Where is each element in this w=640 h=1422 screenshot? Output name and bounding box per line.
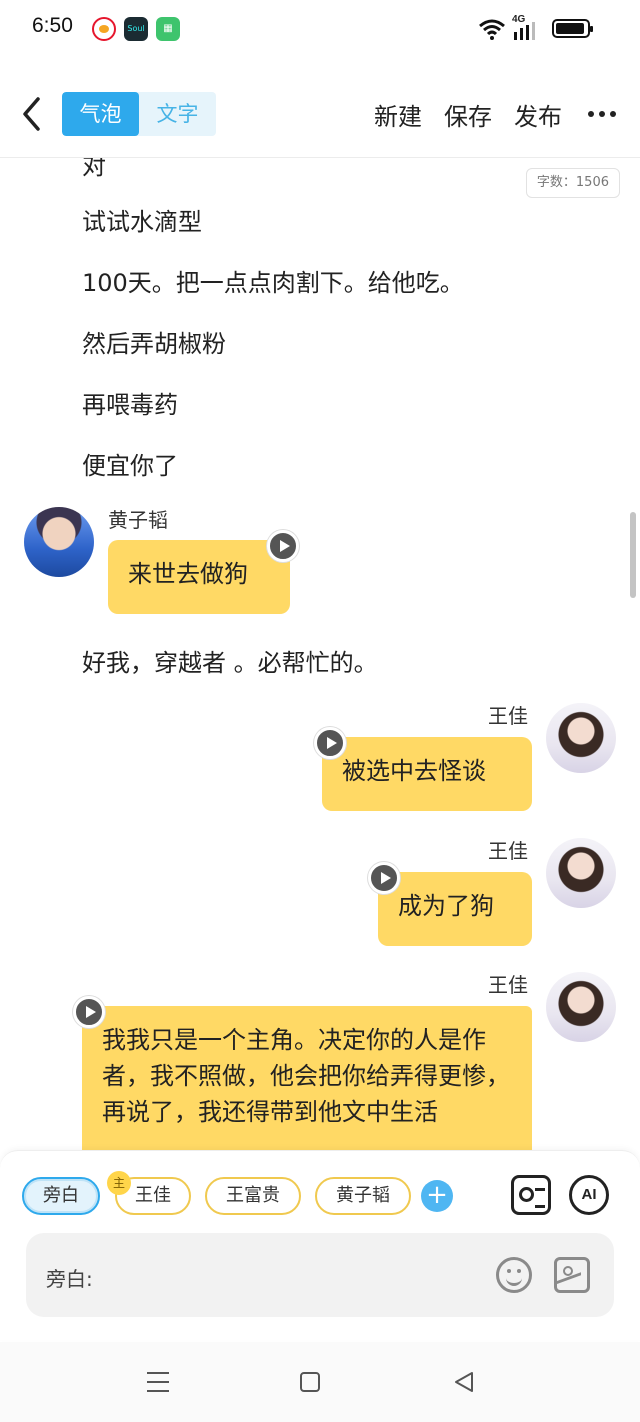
- play-voice-icon[interactable]: [73, 996, 105, 1028]
- play-voice-icon[interactable]: [368, 862, 400, 894]
- status-bar: 6:50 Soul ▦ 4G: [0, 0, 640, 60]
- narration-line[interactable]: 再喂毒药: [82, 385, 178, 420]
- narration-line[interactable]: 然后弄胡椒粉: [82, 324, 226, 359]
- recent-apps-icon[interactable]: [147, 1372, 169, 1392]
- editor-panel: 旁白 主 王佳 王富贵 黄子韬 + AI 旁白:: [0, 1150, 640, 1340]
- header-actions: 新建 保存 发布: [352, 92, 616, 136]
- narration-line[interactable]: 好我，穿越者 。必帮忙的。: [82, 643, 378, 678]
- image-icon[interactable]: [554, 1257, 590, 1293]
- nav-back-icon[interactable]: [452, 1370, 476, 1394]
- scrollbar[interactable]: [630, 512, 636, 598]
- character-list-icon[interactable]: [511, 1175, 551, 1215]
- dialogue-bubble[interactable]: 被选中去怪谈: [322, 737, 532, 811]
- new-button[interactable]: 新建: [374, 97, 422, 132]
- narration-line[interactable]: 试试水滴型: [82, 202, 202, 237]
- save-button[interactable]: 保存: [444, 97, 492, 132]
- more-options-icon[interactable]: [588, 111, 616, 117]
- dialogue-bubble[interactable]: 成为了狗: [378, 872, 532, 946]
- mode-toggle: 气泡 文字: [62, 92, 216, 136]
- wifi-icon: [479, 19, 505, 40]
- speaker-name: 王佳: [488, 973, 528, 997]
- dialogue-input[interactable]: 旁白:: [26, 1233, 614, 1317]
- avatar[interactable]: [546, 972, 616, 1042]
- emoji-icon[interactable]: [496, 1257, 532, 1293]
- avatar[interactable]: [546, 838, 616, 908]
- dialogue-bubble[interactable]: 我我只是一个主角。决定你的人是作者，我不照做，他会把你给弄得更惨，再说了，我还得…: [82, 1006, 532, 1150]
- role-chip-wangfugui[interactable]: 王富贵: [205, 1177, 301, 1215]
- narration-line[interactable]: 100天。把一点点肉割下。给他吃。: [82, 263, 464, 298]
- role-chip-narrator[interactable]: 旁白: [22, 1177, 100, 1215]
- editor-header: 气泡 文字 新建 保存 发布: [0, 80, 640, 150]
- home-icon[interactable]: [300, 1372, 320, 1392]
- signal-icon: [514, 22, 535, 40]
- ai-button[interactable]: AI: [569, 1175, 609, 1215]
- green-app-icon: ▦: [156, 17, 180, 41]
- tab-bubble-mode[interactable]: 气泡: [62, 92, 139, 136]
- back-arrow-icon[interactable]: [18, 94, 48, 134]
- weibo-app-icon: [92, 17, 116, 41]
- add-role-button[interactable]: +: [421, 1180, 453, 1212]
- main-role-badge: 主: [107, 1171, 131, 1195]
- tab-text-mode[interactable]: 文字: [139, 92, 216, 136]
- play-voice-icon[interactable]: [314, 727, 346, 759]
- play-voice-icon[interactable]: [267, 530, 299, 562]
- battery-icon: [552, 19, 593, 38]
- speaker-name: 王佳: [488, 704, 528, 728]
- avatar[interactable]: [24, 507, 94, 577]
- speaker-name: 王佳: [488, 839, 528, 863]
- role-chip-huangzitao[interactable]: 黄子韬: [315, 1177, 411, 1215]
- word-count-badge: 字数：1506: [525, 168, 620, 198]
- avatar[interactable]: [546, 703, 616, 773]
- speaker-name: 黄子韬: [108, 508, 168, 532]
- narration-line[interactable]: 便宜你了: [82, 446, 178, 481]
- dialogue-bubble[interactable]: 来世去做狗: [108, 540, 290, 614]
- story-content[interactable]: 字数：1506 对 试试水滴型 100天。把一点点肉割下。给他吃。 然后弄胡椒粉…: [0, 158, 640, 1150]
- narration-line[interactable]: 对: [82, 158, 106, 181]
- status-time: 6:50: [32, 14, 73, 37]
- input-speaker-label: 旁白:: [46, 1267, 93, 1291]
- system-nav-bar: [0, 1342, 640, 1422]
- soul-app-icon: Soul: [124, 17, 148, 41]
- publish-button[interactable]: 发布: [514, 97, 562, 132]
